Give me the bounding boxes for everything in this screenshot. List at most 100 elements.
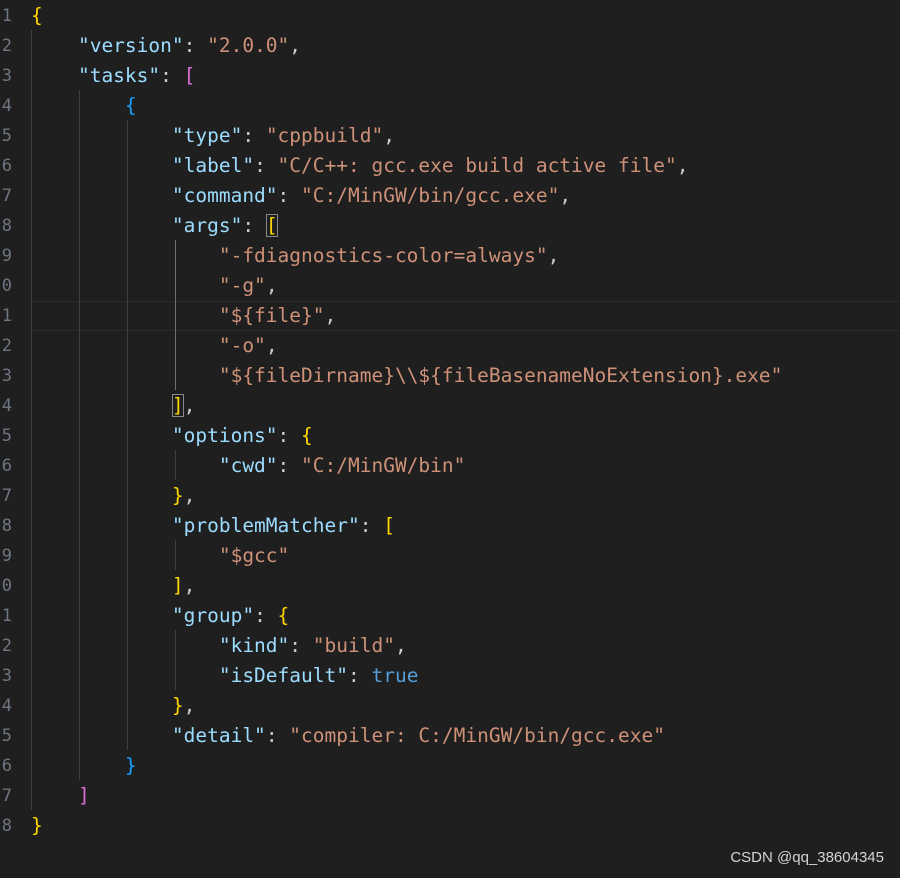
code-token: : <box>254 604 278 627</box>
code-line: "-o", <box>31 331 278 361</box>
code-line: "${fileDirname}\\${fileBasenameNoExtensi… <box>31 361 783 391</box>
code-token: : <box>277 184 302 207</box>
watermark-text: CSDN @qq_38604345 <box>730 849 884 866</box>
line-number: 1 <box>1 606 12 626</box>
code-line: "args": [ <box>31 211 278 241</box>
code-token: } <box>31 814 43 837</box>
code-editor[interactable]: 1 2 3 4 5 6 7 8 9 0 1 2 3 4 5 6 7 8 9 0 1 2 3 4 5 6 7 8 { "version"… <box>0 0 900 878</box>
line-number: 0 <box>1 276 12 296</box>
line-number: 9 <box>1 546 12 566</box>
code-line: "detail": "compiler: C:/MinGW/bin/gcc.ex… <box>31 721 665 751</box>
code-line: } <box>31 811 43 841</box>
line-number: 6 <box>1 156 12 176</box>
code-token: "2.0.0" <box>207 34 290 57</box>
code-token: , <box>383 124 395 147</box>
line-number: 2 <box>1 336 12 356</box>
line-number: 5 <box>1 126 12 146</box>
code-token: "$gcc" <box>31 544 290 567</box>
code-line: "-g", <box>31 271 278 301</box>
line-number: 4 <box>1 96 12 116</box>
code-token: : <box>289 634 313 657</box>
code-token: "kind" <box>31 634 290 657</box>
line-number: 5 <box>1 726 12 746</box>
code-token: , <box>547 244 560 267</box>
code-token: : <box>277 424 302 447</box>
code-token: "tasks" <box>31 64 161 87</box>
code-token: , <box>676 154 689 177</box>
code-token: , <box>324 304 337 327</box>
line-number: 6 <box>1 756 12 776</box>
line-number: 8 <box>1 516 12 536</box>
code-line: "group": { <box>31 601 289 631</box>
code-token: , <box>559 184 572 207</box>
code-line: "problemMatcher": [ <box>31 511 395 541</box>
line-number-gutter: 1 2 3 4 5 6 7 8 9 0 1 2 3 4 5 6 7 8 9 0 1 2 3 4 5 6 7 8 <box>0 0 14 878</box>
code-line: ], <box>31 391 195 421</box>
line-number: 5 <box>1 426 12 446</box>
code-token: [ <box>183 64 196 87</box>
line-number: 0 <box>1 576 12 596</box>
code-token: "cppbuild" <box>265 124 384 147</box>
code-token: "-g" <box>31 274 266 297</box>
code-line: "options": { <box>31 421 313 451</box>
code-token: ] <box>171 574 184 597</box>
code-token: : <box>254 154 278 177</box>
code-token: { <box>31 94 137 117</box>
line-number: 7 <box>1 186 12 206</box>
code-line: ], <box>31 571 196 601</box>
code-token: "problemMatcher" <box>31 514 360 537</box>
code-line: }, <box>31 481 196 511</box>
line-number: 7 <box>1 786 12 806</box>
code-token: { <box>31 4 43 27</box>
code-token: [ <box>383 514 395 537</box>
code-token: "isDefault" <box>31 664 348 687</box>
code-token: , <box>265 334 278 357</box>
code-line: "$gcc" <box>31 541 289 571</box>
code-token: ] <box>171 394 184 417</box>
code-line: "command": "C:/MinGW/bin/gcc.exe", <box>31 181 571 211</box>
code-token: , <box>183 484 196 507</box>
code-token: "C:/MinGW/bin/gcc.exe" <box>301 184 560 207</box>
line-number: 2 <box>1 36 12 56</box>
line-number: 9 <box>1 246 12 266</box>
code-token: : <box>347 664 372 687</box>
code-token: [ <box>265 214 278 237</box>
line-number: 4 <box>1 396 12 416</box>
code-line: "version": "2.0.0", <box>31 31 301 61</box>
code-token: , <box>265 274 278 297</box>
code-token: } <box>171 484 184 507</box>
code-line: { <box>31 1 43 31</box>
code-token: "detail" <box>31 724 266 747</box>
code-token: "build" <box>312 634 395 657</box>
code-token: "group" <box>31 604 255 627</box>
code-token: ] <box>31 784 90 807</box>
code-token: "compiler: C:/MinGW/bin/gcc.exe" <box>289 724 665 747</box>
code-token: "label" <box>31 154 255 177</box>
line-number: 3 <box>1 366 12 386</box>
code-token: : <box>265 724 290 747</box>
code-token: "C:/MinGW/bin" <box>301 454 466 477</box>
code-token: "options" <box>31 424 278 447</box>
code-line: "type": "cppbuild", <box>31 121 395 151</box>
code-line: "-fdiagnostics-color=always", <box>31 241 559 271</box>
code-line: }, <box>31 691 196 721</box>
line-number: 4 <box>1 696 12 716</box>
code-token: } <box>31 754 137 777</box>
code-token: "${fileDirname}\\${fileBasenameNoExtensi… <box>31 364 783 387</box>
code-token: : <box>242 214 266 237</box>
line-number: 7 <box>1 486 12 506</box>
line-number: 1 <box>1 306 12 326</box>
line-number: 2 <box>1 636 12 656</box>
code-token: : <box>183 34 208 57</box>
code-token: } <box>171 694 184 717</box>
line-number: 8 <box>1 216 12 236</box>
code-token: "${file}" <box>31 304 325 327</box>
code-token: "version" <box>31 34 184 57</box>
code-token: : <box>359 514 384 537</box>
code-token: "-o" <box>31 334 266 357</box>
code-token: , <box>394 634 407 657</box>
code-token: "type" <box>31 124 243 147</box>
